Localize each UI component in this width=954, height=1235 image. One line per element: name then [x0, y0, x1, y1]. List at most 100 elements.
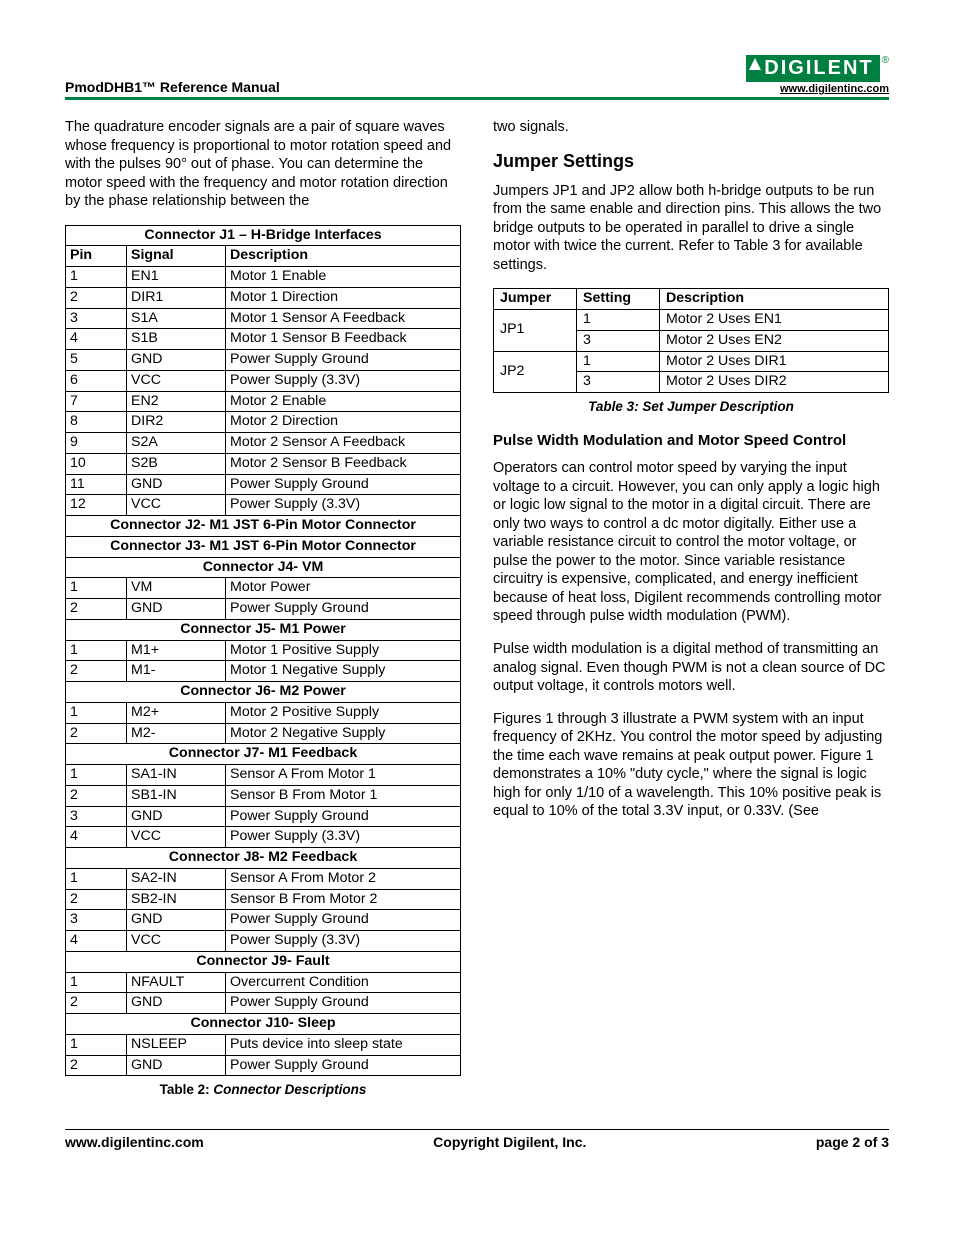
- desc-cell: Motor 2 Uses DIR2: [660, 372, 889, 393]
- signal-cell: S2A: [127, 433, 226, 454]
- table-row: 11GNDPower Supply Ground: [66, 474, 461, 495]
- table-row: 4S1BMotor 1 Sensor B Feedback: [66, 329, 461, 350]
- desc-cell: Motor 2 Uses EN1: [660, 310, 889, 331]
- footer-page: page 2 of 3: [816, 1134, 889, 1150]
- j6-title: Connector J6- M2 Power: [66, 682, 461, 703]
- desc-cell: Motor 1 Enable: [226, 267, 461, 288]
- desc-cell: Motor 2 Sensor B Feedback: [226, 453, 461, 474]
- setting-cell: 1: [577, 351, 660, 372]
- pwm-p1: Operators can control motor speed by var…: [493, 459, 889, 626]
- table-row: 6VCCPower Supply (3.3V): [66, 370, 461, 391]
- signal-cell: GND: [127, 474, 226, 495]
- j3-title: Connector J3- M1 JST 6-Pin Motor Connect…: [66, 536, 461, 557]
- pin-cell: 9: [66, 433, 127, 454]
- desc-cell: Sensor A From Motor 1: [226, 765, 461, 786]
- j1-title: Connector J1 – H-Bridge Interfaces: [66, 225, 461, 246]
- hdr-desc: Description: [226, 246, 461, 267]
- signal-cell: VCC: [127, 370, 226, 391]
- desc-cell: Power Supply (3.3V): [226, 495, 461, 516]
- desc-cell: Power Supply Ground: [226, 806, 461, 827]
- pin-cell: 1: [66, 702, 127, 723]
- desc-cell: Motor 1 Positive Supply: [226, 640, 461, 661]
- hdr-pin: Pin: [66, 246, 127, 267]
- pwm-heading: Pulse Width Modulation and Motor Speed C…: [493, 432, 889, 449]
- signal-cell: S1B: [127, 329, 226, 350]
- signal-cell: EN2: [127, 391, 226, 412]
- pin-cell: 1: [66, 868, 127, 889]
- setting-cell: 3: [577, 330, 660, 351]
- signal-cell: M1-: [127, 661, 226, 682]
- intro-paragraph: The quadrature encoder signals are a pai…: [65, 118, 461, 211]
- desc-cell: Power Supply Ground: [226, 599, 461, 620]
- table-row: 1SA2-INSensor A From Motor 2: [66, 868, 461, 889]
- table-row: 2M1-Motor 1 Negative Supply: [66, 661, 461, 682]
- pin-cell: 3: [66, 308, 127, 329]
- pin-cell: 2: [66, 785, 127, 806]
- table-row: 3S1AMotor 1 Sensor A Feedback: [66, 308, 461, 329]
- logo-block: DIGILENT ® www.digilentinc.com: [746, 55, 889, 95]
- table-row: 1SA1-INSensor A From Motor 1: [66, 765, 461, 786]
- signal-cell: M1+: [127, 640, 226, 661]
- pin-cell: 11: [66, 474, 127, 495]
- signal-cell: VCC: [127, 827, 226, 848]
- desc-cell: Motor 1 Negative Supply: [226, 661, 461, 682]
- desc-cell: Power Supply Ground: [226, 350, 461, 371]
- jumper-paragraph: Jumpers JP1 and JP2 allow both h-bridge …: [493, 182, 889, 275]
- pin-cell: 1: [66, 640, 127, 661]
- j2-title: Connector J2- M1 JST 6-Pin Motor Connect…: [66, 516, 461, 537]
- pin-cell: 7: [66, 391, 127, 412]
- j10-title: Connector J10- Sleep: [66, 1014, 461, 1035]
- page-header: PmodDHB1™ Reference Manual DIGILENT ® ww…: [65, 55, 889, 100]
- table-row: 7EN2Motor 2 Enable: [66, 391, 461, 412]
- desc-cell: Motor 1 Sensor B Feedback: [226, 329, 461, 350]
- table-row: 2M2-Motor 2 Negative Supply: [66, 723, 461, 744]
- pin-cell: 1: [66, 578, 127, 599]
- hdr-signal: Signal: [127, 246, 226, 267]
- desc-cell: Motor 2 Uses EN2: [660, 330, 889, 351]
- signal-cell: M2+: [127, 702, 226, 723]
- pin-cell: 1: [66, 1034, 127, 1055]
- pin-cell: 10: [66, 453, 127, 474]
- table-row: 3GNDPower Supply Ground: [66, 910, 461, 931]
- signal-cell: GND: [127, 1055, 226, 1076]
- j8-title: Connector J8- M2 Feedback: [66, 848, 461, 869]
- signal-cell: S2B: [127, 453, 226, 474]
- pin-cell: 1: [66, 267, 127, 288]
- pin-cell: 2: [66, 287, 127, 308]
- desc-cell: Sensor A From Motor 2: [226, 868, 461, 889]
- signal-cell: VCC: [127, 495, 226, 516]
- cont-paragraph: two signals.: [493, 118, 889, 137]
- pin-cell: 3: [66, 806, 127, 827]
- desc-cell: Power Supply (3.3V): [226, 931, 461, 952]
- signal-cell: GND: [127, 350, 226, 371]
- header-title: PmodDHB1™ Reference Manual: [65, 79, 280, 95]
- footer-copyright: Copyright Digilent, Inc.: [433, 1134, 586, 1150]
- desc-cell: Motor 2 Sensor A Feedback: [226, 433, 461, 454]
- logo-text: DIGILENT: [764, 57, 873, 79]
- pin-cell: 4: [66, 931, 127, 952]
- jhdr-setting: Setting: [577, 289, 660, 310]
- signal-cell: SB2-IN: [127, 889, 226, 910]
- j7-title: Connector J7- M1 Feedback: [66, 744, 461, 765]
- j9-title: Connector J9- Fault: [66, 951, 461, 972]
- page-footer: www.digilentinc.com Copyright Digilent, …: [65, 1129, 889, 1150]
- table-row: 2GNDPower Supply Ground: [66, 599, 461, 620]
- table2-caption-text: Connector Descriptions: [213, 1082, 366, 1097]
- setting-cell: 1: [577, 310, 660, 331]
- table-row: 1VMMotor Power: [66, 578, 461, 599]
- pin-cell: 2: [66, 993, 127, 1014]
- desc-cell: Sensor B From Motor 1: [226, 785, 461, 806]
- table2-caption: Table 2: Connector Descriptions: [65, 1082, 461, 1097]
- desc-cell: Power Supply Ground: [226, 1055, 461, 1076]
- signal-cell: DIR1: [127, 287, 226, 308]
- signal-cell: VCC: [127, 931, 226, 952]
- table-row: 12VCCPower Supply (3.3V): [66, 495, 461, 516]
- table3-caption-text: Table 3: Set Jumper Description: [588, 399, 794, 414]
- signal-cell: SA2-IN: [127, 868, 226, 889]
- pin-cell: 2: [66, 1055, 127, 1076]
- table-row: 2GNDPower Supply Ground: [66, 993, 461, 1014]
- table-row: 1M1+Motor 1 Positive Supply: [66, 640, 461, 661]
- registered-icon: ®: [882, 55, 889, 66]
- j5-title: Connector J5- M1 Power: [66, 619, 461, 640]
- desc-cell: Overcurrent Condition: [226, 972, 461, 993]
